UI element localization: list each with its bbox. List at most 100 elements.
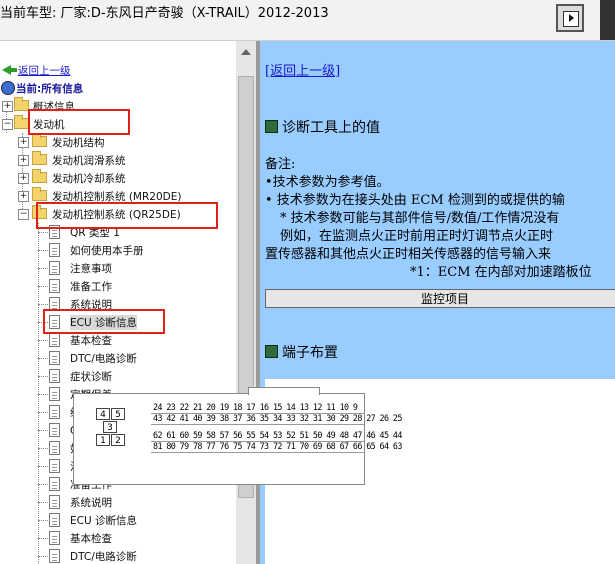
section-heading: 诊断工具上的值 xyxy=(265,117,380,137)
document-icon xyxy=(49,351,60,365)
document-icon xyxy=(49,549,60,563)
tree-line xyxy=(38,556,48,557)
section-heading: 端子布置 xyxy=(265,342,338,362)
navigation-tree: 返回上一级 当前:所有信息 + 概述信息 − 发动机 + 发动机结构 + 发动机… xyxy=(0,41,236,564)
tree-line xyxy=(38,466,48,467)
tree-line xyxy=(38,250,48,251)
note-bullet-1: •技术参数为参考值。 xyxy=(265,175,390,190)
document-icon xyxy=(49,477,60,491)
tree-leaf-label[interactable]: 注意事项 xyxy=(70,261,112,276)
tree-node-label[interactable]: 发动机润滑系统 xyxy=(52,153,126,168)
play-button[interactable] xyxy=(556,4,584,32)
folder-icon xyxy=(32,169,47,183)
ecm-connector-diagram: 4 5 3 1 2 24 23 22 21 20 19 18 17 16 15 … xyxy=(73,387,402,485)
tree-line xyxy=(38,394,48,395)
vehicle-title: 当前车型: 厂家:D-东风日产奇骏（X-TRAIL）2012-2013 xyxy=(0,6,329,21)
current-row: 当前:所有信息 xyxy=(0,79,236,97)
expand-icon[interactable]: + xyxy=(18,137,29,148)
tree-leaf-label[interactable]: 症状诊断 xyxy=(70,369,112,384)
scroll-up-icon[interactable] xyxy=(241,49,251,55)
tree-leaf-item[interactable]: 基本检查 xyxy=(38,529,236,547)
document-icon xyxy=(49,333,60,347)
folder-icon xyxy=(32,133,47,147)
document-icon xyxy=(49,441,60,455)
highlight-control-qr25 xyxy=(36,202,218,229)
document-icon xyxy=(49,369,60,383)
back-link[interactable]: 返回上一级 xyxy=(18,63,71,78)
folder-icon xyxy=(32,151,47,165)
tree-line xyxy=(38,484,48,485)
tree-leaf-item[interactable]: 系统说明 xyxy=(38,493,236,511)
expand-icon[interactable]: + xyxy=(2,101,13,112)
collapse-icon[interactable]: − xyxy=(2,119,13,130)
pin-label: 4 xyxy=(96,408,110,420)
play-icon xyxy=(563,11,579,27)
document-icon xyxy=(49,459,60,473)
note-line-4: 例如，在监测点火正时前用正时灯调节点火正时 xyxy=(280,229,554,244)
tree-line xyxy=(38,268,48,269)
connector-latch xyxy=(248,387,320,395)
back-link-row[interactable]: 返回上一级 xyxy=(0,61,236,79)
document-icon xyxy=(49,531,60,545)
monitor-items-header[interactable]: 监控项目 xyxy=(265,289,615,308)
tree-line xyxy=(38,304,48,305)
content-pane: [返回上一级] 诊断工具上的值 备注: •技术参数为参考值。 • 技术参数为在接… xyxy=(260,41,615,564)
tree-leaf-label[interactable]: 基本检查 xyxy=(70,531,112,546)
note-line-5: 置传感器和其他点火正时相关传感器的信号输入来 xyxy=(265,247,552,262)
tree-node-lubrication[interactable]: + 发动机润滑系统 xyxy=(16,151,236,169)
tree-leaf-item[interactable]: 症状诊断 xyxy=(38,367,236,385)
tree-leaf-label[interactable]: 基本检查 xyxy=(70,333,112,348)
pin-label: 5 xyxy=(111,408,125,420)
note-label: 备注: xyxy=(265,157,296,172)
tree-leaf-label[interactable]: DTC/电路诊断 xyxy=(70,351,137,366)
tree-line xyxy=(38,538,48,539)
expand-icon[interactable]: + xyxy=(18,155,29,166)
section-marker-icon xyxy=(265,345,278,358)
pin-label: 3 xyxy=(103,421,117,433)
tree-scrollbar[interactable] xyxy=(236,41,256,564)
tree-leaf-item[interactable]: DTC/电路诊断 xyxy=(38,547,236,564)
document-icon xyxy=(49,387,60,401)
expand-icon[interactable]: + xyxy=(18,173,29,184)
tree-line xyxy=(38,232,48,233)
tree-node-cooling[interactable]: + 发动机冷却系统 xyxy=(16,169,236,187)
pin-row: 43 42 41 40 39 38 37 36 35 34 33 32 31 3… xyxy=(151,413,402,425)
connector-pin-grid: 24 23 22 21 20 19 18 17 16 15 14 13 12 1… xyxy=(151,402,402,459)
document-icon xyxy=(49,279,60,293)
connector-small-block: 4 5 3 1 2 xyxy=(96,408,128,448)
tree-leaf-item[interactable]: ECU 诊断信息 xyxy=(38,511,236,529)
note-line-6: *1：ECM 在内部对加速踏板位 xyxy=(410,265,592,280)
window-edge xyxy=(600,0,615,40)
tree-leaf-label[interactable]: 系统说明 xyxy=(70,495,112,510)
expand-icon[interactable]: + xyxy=(18,191,29,202)
document-icon xyxy=(49,513,60,527)
note-line-3: * 技术参数可能与其部件信号/数值/工作情况没有 xyxy=(280,211,560,226)
tree-leaf-item[interactable]: 如何使用本手册 xyxy=(38,241,236,259)
document-icon xyxy=(49,423,60,437)
tree-node-label[interactable]: 发动机冷却系统 xyxy=(52,171,126,186)
pin-label: 1 xyxy=(96,434,110,446)
tree-node-label[interactable]: 发动机结构 xyxy=(52,135,105,150)
tree-leaf-item[interactable]: DTC/电路诊断 xyxy=(38,349,236,367)
tree-line xyxy=(38,340,48,341)
tree-leaf-item[interactable]: 注意事项 xyxy=(38,259,236,277)
tree-leaf-label[interactable]: ECU 诊断信息 xyxy=(70,513,137,528)
tree-line xyxy=(38,412,48,413)
document-icon xyxy=(49,261,60,275)
tree-leaf-item[interactable]: 准备工作 xyxy=(38,277,236,295)
tree-leaf-label[interactable]: 准备工作 xyxy=(70,279,112,294)
tree-line xyxy=(38,376,48,377)
tree-node-engine-structure[interactable]: + 发动机结构 xyxy=(16,133,236,151)
back-link-content[interactable]: [返回上一级] xyxy=(265,60,340,79)
tree-leaf-label[interactable]: DTC/电路诊断 xyxy=(70,549,137,564)
tree-leaf-label[interactable]: 如何使用本手册 xyxy=(70,243,144,258)
tree-line xyxy=(38,448,48,449)
tree-line xyxy=(38,430,48,431)
folder-open-icon xyxy=(14,115,29,129)
highlight-engine xyxy=(28,109,130,135)
title-bar: 当前车型: 厂家:D-东风日产奇骏（X-TRAIL）2012-2013 xyxy=(0,0,615,41)
back-arrow-icon xyxy=(2,65,17,75)
document-icon xyxy=(49,243,60,257)
collapse-icon[interactable]: − xyxy=(18,209,29,220)
tree-line xyxy=(38,520,48,521)
